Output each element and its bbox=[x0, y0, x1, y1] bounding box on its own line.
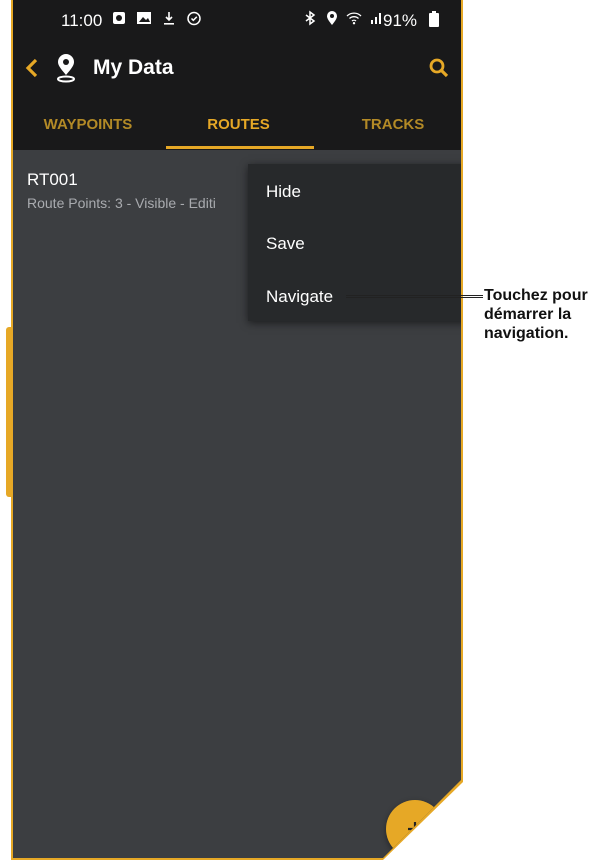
active-tab-indicator bbox=[166, 146, 314, 149]
phone-frame: 11:00 91% My Data WAYPOINTS ROUTES TRACK… bbox=[11, 0, 463, 860]
callout-line bbox=[346, 295, 483, 298]
signal-icon bbox=[371, 13, 381, 24]
callout-text: Touchez pour démarrer la navigation. bbox=[484, 287, 588, 342]
menu-item-hide[interactable]: Hide bbox=[266, 182, 301, 202]
tab-tracks[interactable]: TRACKS bbox=[343, 100, 443, 150]
notification-icon bbox=[113, 12, 125, 24]
route-details: Route Points: 3 - Visible - Editi bbox=[27, 195, 216, 211]
gallery-icon bbox=[137, 12, 151, 24]
location-icon bbox=[327, 11, 337, 25]
phone-side-button bbox=[6, 327, 11, 497]
search-icon[interactable] bbox=[429, 58, 449, 78]
route-name: RT001 bbox=[27, 170, 78, 189]
page-title: My Data bbox=[93, 56, 174, 79]
tab-routes[interactable]: ROUTES bbox=[166, 100, 311, 150]
download-icon bbox=[164, 12, 174, 25]
add-route-button[interactable] bbox=[386, 800, 444, 858]
battery-percentage: 91% bbox=[383, 11, 418, 30]
app-bar: My Data bbox=[13, 38, 461, 100]
menu-item-save[interactable]: Save bbox=[266, 234, 305, 254]
wifi-icon bbox=[346, 12, 362, 25]
pin-icon bbox=[57, 54, 75, 83]
chevron-left-icon[interactable] bbox=[25, 58, 39, 78]
battery-icon bbox=[429, 11, 439, 27]
menu-item-navigate[interactable]: Navigate bbox=[266, 287, 333, 307]
tab-waypoints[interactable]: WAYPOINTS bbox=[25, 100, 151, 150]
phone-screen: 11:00 91% My Data WAYPOINTS ROUTES TRACK… bbox=[13, 0, 461, 858]
status-time: 11:00 bbox=[61, 11, 103, 30]
tab-bar: WAYPOINTS ROUTES TRACKS bbox=[13, 100, 461, 150]
plus-icon bbox=[408, 822, 422, 836]
bluetooth-icon bbox=[305, 10, 316, 26]
status-bar: 11:00 91% bbox=[13, 0, 461, 38]
alarm-icon bbox=[187, 11, 201, 26]
